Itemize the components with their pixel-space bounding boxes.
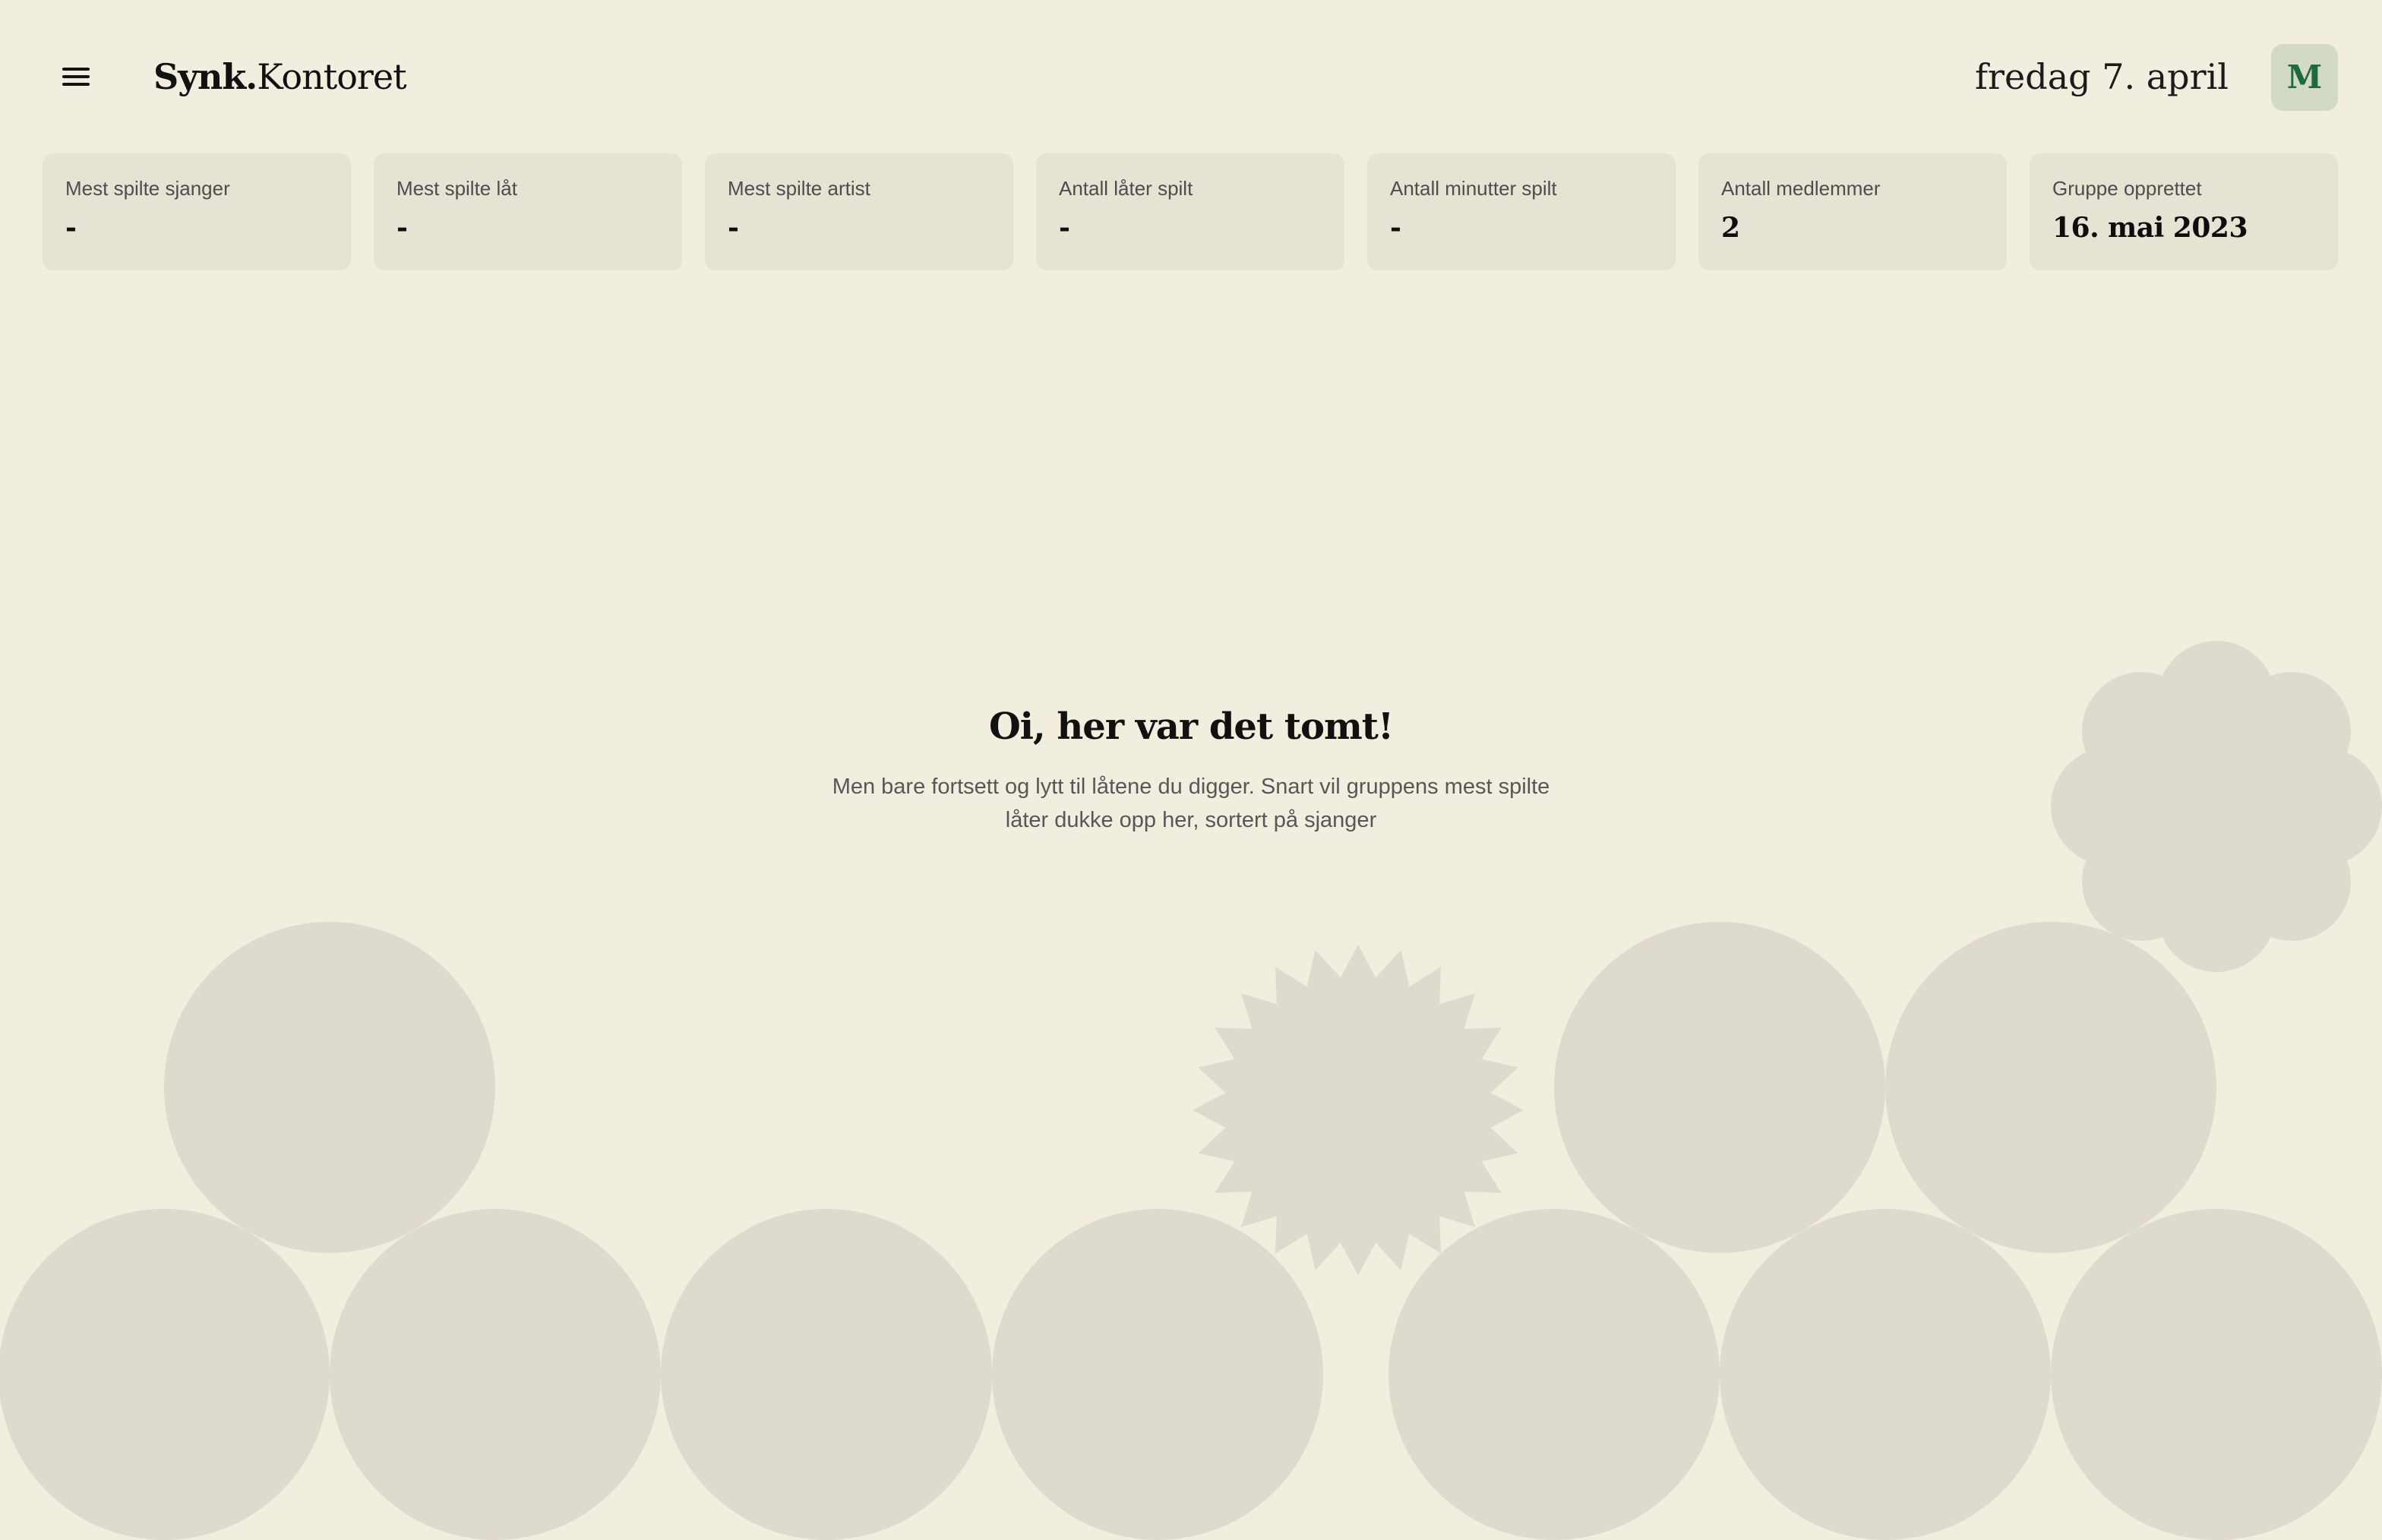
stat-card-group-created: Gruppe opprettet 16. mai 2023 — [2030, 153, 2338, 270]
shape-circle — [330, 1209, 661, 1540]
flower-shape — [2051, 641, 2382, 972]
stat-label: Gruppe opprettet — [2052, 177, 2202, 200]
stat-card-minutes-played: Antall minutter spilt - — [1367, 153, 1676, 270]
hamburger-icon-line — [62, 75, 90, 78]
stat-label: Mest spilte artist — [728, 177, 870, 200]
shape-circle — [992, 1209, 1323, 1540]
shape-circle — [0, 1209, 330, 1540]
brand-name-group: Kontoret — [257, 56, 406, 97]
hamburger-icon-line — [62, 83, 90, 86]
shape-circle — [164, 922, 495, 1253]
brand-name-bold: Synk. — [153, 56, 257, 97]
stat-card-most-played-genre: Mest spilte sjanger - — [43, 153, 351, 270]
stat-card-members: Antall medlemmer 2 — [1698, 153, 2007, 270]
shape-circle — [1720, 1209, 2051, 1540]
stats-row: Mest spilte sjanger - Mest spilte låt - … — [43, 153, 2338, 270]
stat-label: Antall medlemmer — [1721, 177, 1881, 200]
stat-value: - — [728, 212, 739, 244]
stat-label: Mest spilte låt — [396, 177, 517, 200]
current-date: fredag 7. april — [1975, 56, 2229, 97]
shape-circle — [1885, 922, 2216, 1253]
empty-state-text: Men bare fortsett og lytt til låtene du … — [832, 775, 1550, 832]
hamburger-icon-line — [62, 68, 90, 71]
shape-circle — [661, 1209, 992, 1540]
stat-value: 16. mai 2023 — [2052, 212, 2248, 244]
app-brand[interactable]: Synk.Kontoret — [153, 52, 407, 102]
stat-label: Antall minutter spilt — [1390, 177, 1557, 200]
shape-circle — [1554, 922, 1885, 1253]
menu-button[interactable] — [59, 64, 93, 90]
stat-value: - — [1390, 212, 1401, 244]
stat-card-songs-played: Antall låter spilt - — [1036, 153, 1344, 270]
stat-card-most-played-artist: Mest spilte artist - — [705, 153, 1013, 270]
stat-label: Antall låter spilt — [1059, 177, 1193, 200]
stat-value: - — [65, 212, 77, 244]
shape-circle — [1388, 1209, 1720, 1540]
stat-value: - — [1059, 212, 1070, 244]
stat-value: - — [396, 212, 408, 244]
stat-label: Mest spilte sjanger — [65, 177, 230, 200]
stat-card-most-played-song: Mest spilte låt - — [374, 153, 682, 270]
shape-circle — [2051, 1209, 2382, 1540]
empty-state-title: Oi, her var det tomt! — [988, 705, 1394, 748]
avatar[interactable]: M — [2271, 44, 2338, 111]
stat-value: 2 — [1721, 212, 1740, 244]
starburst-shape — [1193, 945, 1524, 1276]
